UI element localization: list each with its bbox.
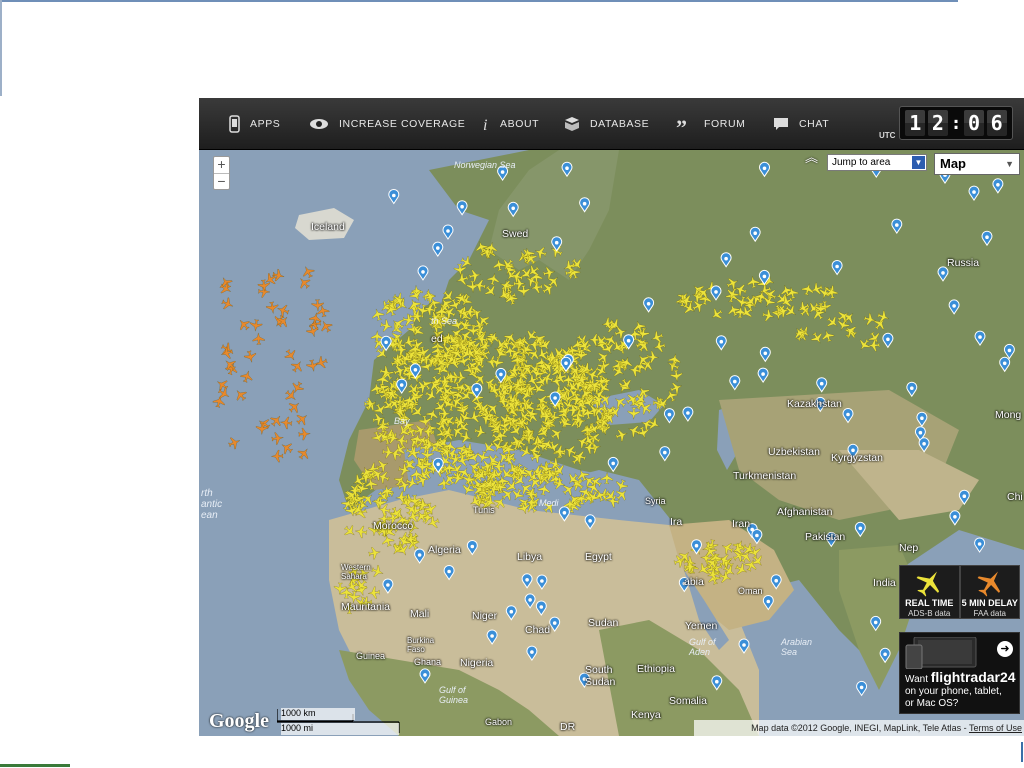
clock-digit: 2 [927, 110, 948, 136]
svg-text:”: ” [676, 117, 688, 131]
nav-database-label: DATABASE [590, 118, 650, 130]
collapse-chevron-icon[interactable]: ︽ [805, 151, 818, 164]
terms-of-use-link[interactable]: Terms of Use [969, 723, 1022, 733]
nav-forum[interactable]: ” FORUM [676, 98, 746, 150]
orange-plane-icon [977, 571, 1000, 597]
quote-icon: ” [676, 117, 688, 131]
promo-line1: Want [905, 674, 931, 685]
legend-delay-sub: FAA data [973, 609, 1006, 618]
chat-bubble-icon [774, 118, 788, 130]
nav-apps[interactable]: APPS [229, 98, 280, 150]
zoom-control: + − [213, 156, 230, 190]
nav-increase-coverage-label: INCREASE COVERAGE [339, 118, 466, 130]
yellow-plane-icon [916, 571, 940, 597]
promo-line2: on your phone, tablet, [905, 686, 1002, 697]
nav-database[interactable]: DATABASE [564, 98, 649, 150]
top-nav-bar: APPS INCREASE COVERAGE i ABOUT DATABASE … [199, 98, 1024, 150]
phone-icon [229, 115, 240, 133]
map-type-value: Map [940, 156, 966, 171]
legend-realtime-title: REAL TIME [905, 598, 954, 608]
utc-label: UTC [879, 131, 896, 140]
promo-line3: or Mac OS? [905, 698, 959, 709]
jump-to-area-value: Jump to area [832, 157, 891, 168]
clock-digit: 1 [905, 110, 926, 136]
right-edge-accent [1021, 742, 1023, 762]
map-copyright: Map data ©2012 Google, INEGI, MapLink, T… [694, 720, 1024, 736]
device-image-icon [905, 637, 977, 669]
google-logo[interactable]: Google [209, 710, 269, 733]
promo-text: Want flightradar24 on your phone, tablet… [905, 669, 1016, 710]
dropdown-triangle-icon: ▼ [1005, 159, 1014, 169]
clock-digit: 6 [986, 110, 1007, 136]
nav-chat[interactable]: CHAT [773, 98, 829, 150]
promo-brand: flightradar24 [930, 669, 1016, 685]
copyright-text: Map data ©2012 Google, INEGI, MapLink, T… [751, 723, 969, 733]
nav-about[interactable]: i ABOUT [482, 98, 539, 150]
flight-legend: REAL TIME ADS-B data 5 MIN DELAY FAA dat… [899, 565, 1020, 619]
eye-icon [310, 119, 328, 129]
map-type-select[interactable]: Map ▼ [934, 153, 1020, 175]
legend-realtime: REAL TIME ADS-B data [899, 565, 960, 619]
page-top-rule [0, 0, 958, 2]
clock-colon: : [950, 112, 962, 134]
window-left-edge [0, 0, 2, 96]
info-icon: i [483, 117, 488, 132]
legend-delay-title: 5 MIN DELAY [961, 598, 1018, 608]
taskbar-accent [0, 764, 70, 767]
scale-mi: 1000 mi [281, 723, 399, 735]
utc-clock: 1 2 : 0 6 [899, 106, 1013, 140]
app-promo-banner[interactable]: ➜ Want flightradar24 on your phone, tabl… [899, 632, 1020, 714]
promo-arrow-icon[interactable]: ➜ [997, 641, 1013, 657]
nav-about-label: ABOUT [500, 118, 540, 130]
clock-digit: 0 [964, 110, 985, 136]
zoom-in-button[interactable]: + [214, 157, 229, 173]
nav-forum-label: FORUM [704, 118, 746, 130]
nav-apps-label: APPS [250, 118, 281, 130]
flightradar-frame: APPS INCREASE COVERAGE i ABOUT DATABASE … [199, 98, 1024, 736]
scale-km: 1000 km [281, 708, 355, 720]
database-icon [565, 117, 579, 131]
nav-chat-label: CHAT [799, 118, 830, 130]
chevron-down-icon: ▼ [912, 156, 925, 169]
flight-map[interactable]: Norwegian Sea Iceland Swed Russia Kazakh… [199, 150, 1024, 736]
nav-increase-coverage[interactable]: INCREASE COVERAGE [309, 98, 465, 150]
jump-to-area-select[interactable]: Jump to area ▼ [827, 154, 927, 171]
zoom-out-button[interactable]: − [214, 173, 229, 189]
legend-realtime-sub: ADS-B data [908, 609, 951, 618]
legend-delay: 5 MIN DELAY FAA data [959, 565, 1020, 619]
svg-text:i: i [483, 117, 488, 132]
